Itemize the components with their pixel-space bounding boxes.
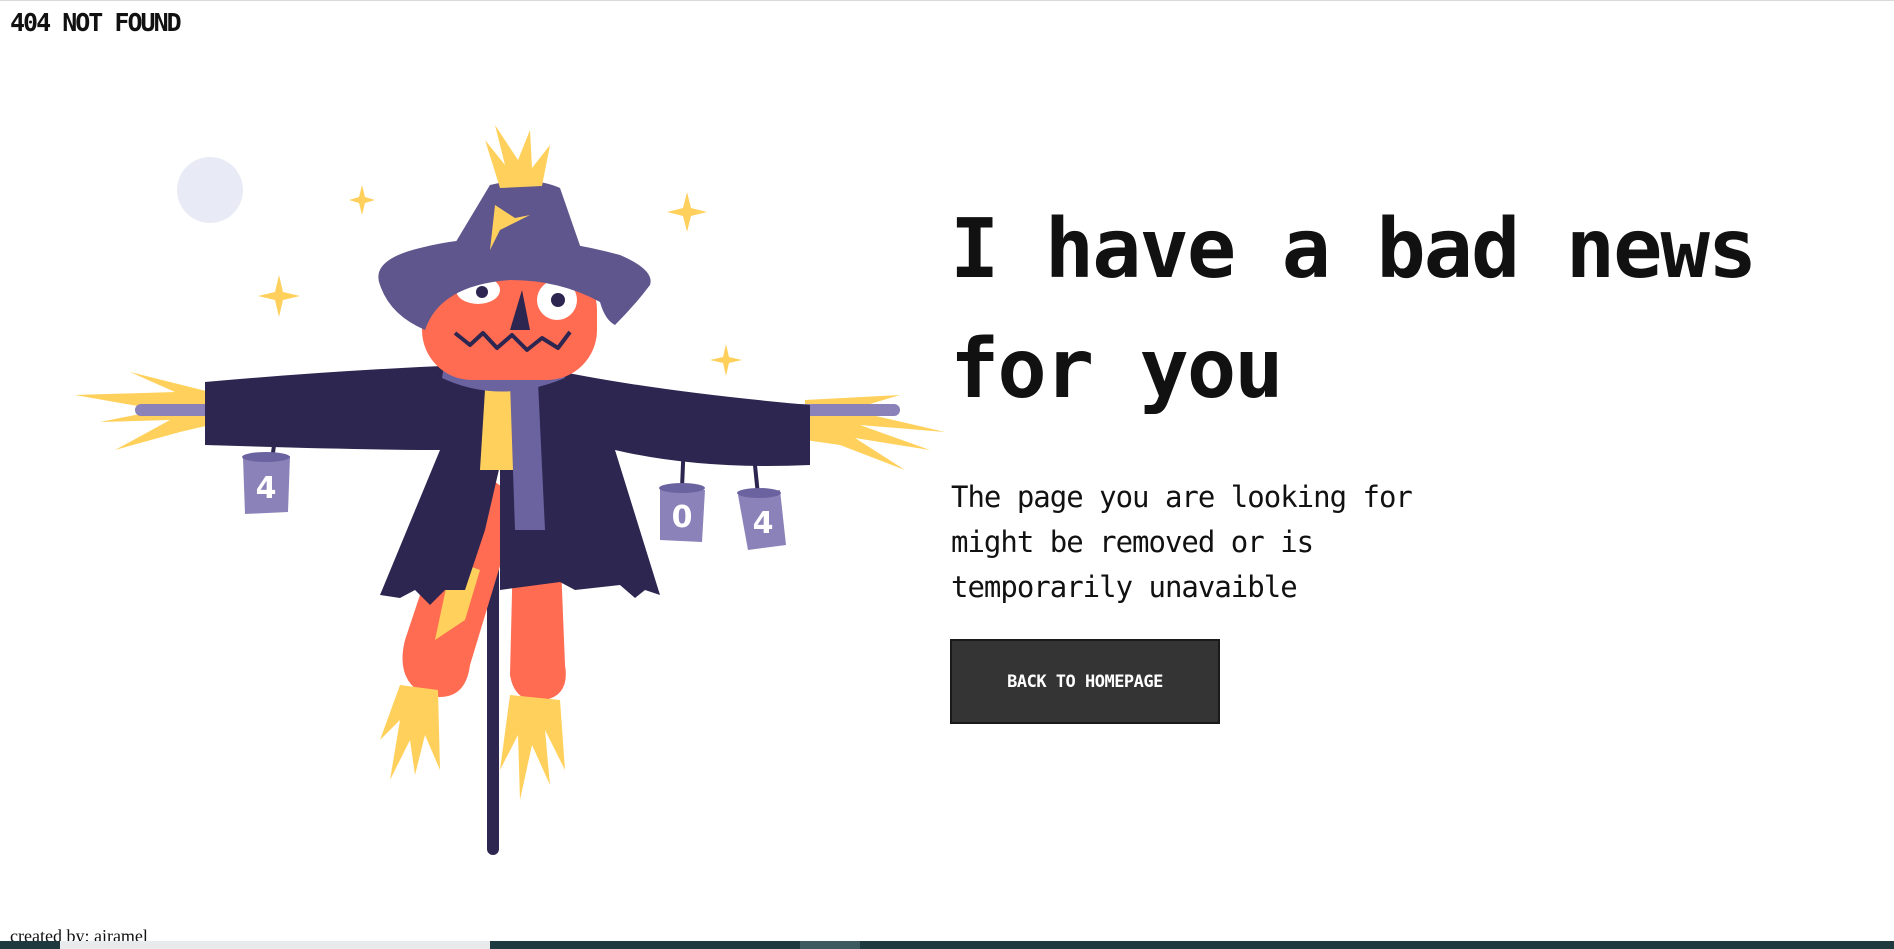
right-foot-straw — [500, 695, 565, 800]
top-divider — [0, 0, 1894, 1]
page-headline: I have a bad news for you — [950, 202, 1757, 417]
can-icon: 0 — [659, 483, 705, 542]
can-icon: 4 — [242, 452, 290, 514]
left-pupil — [476, 286, 488, 298]
sparkle-icon — [349, 185, 375, 215]
page-description: The page you are looking for might be re… — [951, 480, 1413, 604]
can-icon: 4 — [737, 488, 786, 550]
scarecrow-illustration: 4 0 4 — [75, 125, 945, 855]
sparkle-icon — [710, 344, 742, 376]
scrollbar-thumb[interactable] — [800, 941, 860, 949]
left-foot-straw — [380, 685, 440, 780]
right-pupil — [551, 293, 565, 307]
can-label: 4 — [256, 471, 277, 506]
can-label: 4 — [753, 506, 774, 541]
horizontal-scrollbar[interactable] — [0, 941, 1894, 949]
can-label: 0 — [672, 500, 693, 535]
sparkle-icon — [667, 192, 707, 232]
scrollbar-track-segment — [60, 941, 490, 949]
back-to-homepage-button[interactable]: BACK TO HOMEPAGE — [950, 639, 1220, 724]
page-header-title: 404 NOT FOUND — [10, 8, 182, 37]
sparkle-icon — [258, 275, 300, 317]
moon-icon — [177, 157, 243, 223]
hat-straw — [485, 125, 550, 188]
